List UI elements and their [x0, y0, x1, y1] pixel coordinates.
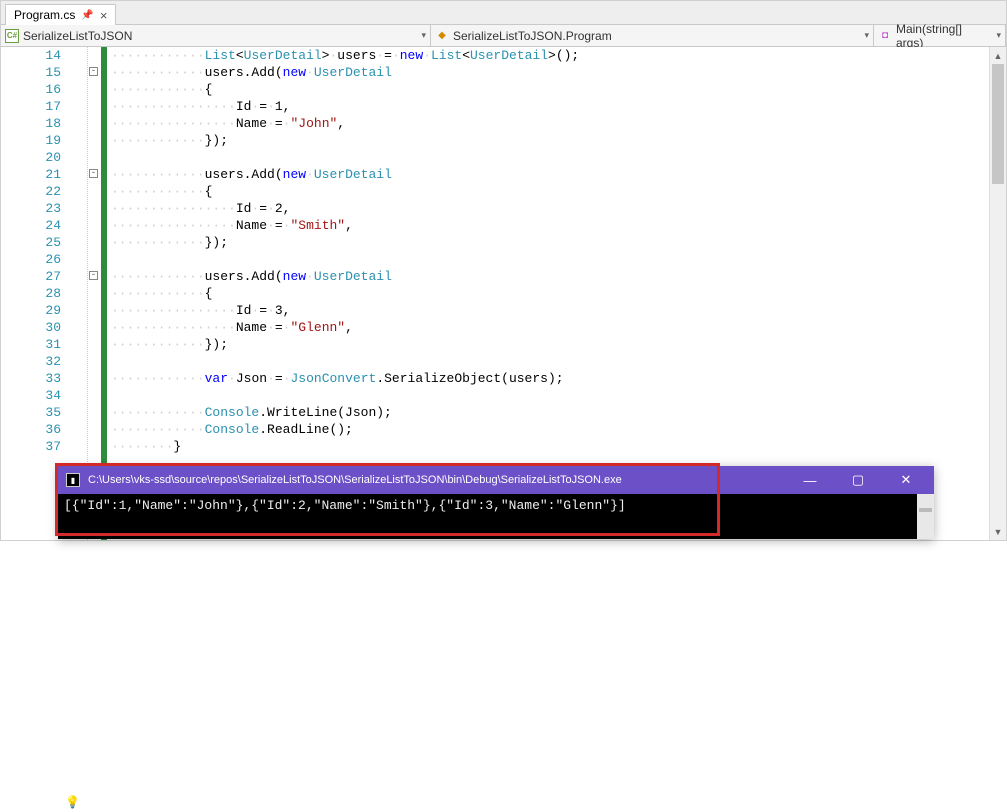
tab-program-cs[interactable]: Program.cs 📌 ×: [5, 4, 116, 25]
scrollbar-thumb[interactable]: [992, 64, 1004, 184]
code-line[interactable]: ················Name·=·"John",: [111, 115, 1006, 132]
code-line[interactable]: ············Console.WriteLine(Json);: [111, 404, 1006, 421]
console-scrollbar[interactable]: [917, 494, 934, 539]
scroll-down-icon[interactable]: ▼: [990, 523, 1006, 540]
line-number: 35: [1, 404, 83, 421]
line-number: 15: [1, 64, 83, 81]
code-line[interactable]: [111, 387, 1006, 404]
scroll-up-icon[interactable]: ▲: [990, 47, 1006, 64]
nav-method-label: Main(string[] args): [896, 22, 993, 50]
code-line[interactable]: ············List<UserDetail>·users·=·new…: [111, 47, 1006, 64]
chevron-down-icon: ▾: [421, 30, 426, 41]
tab-title: Program.cs: [14, 8, 75, 22]
csharp-icon: C#: [5, 29, 19, 43]
code-line[interactable]: ············});: [111, 132, 1006, 149]
tab-bar: Program.cs 📌 ×: [1, 1, 1006, 25]
fold-toggle[interactable]: -: [89, 271, 98, 280]
chevron-down-icon: ▾: [996, 30, 1001, 41]
close-icon[interactable]: ×: [100, 9, 108, 22]
code-line[interactable]: ············users.Add(new·UserDetail: [111, 166, 1006, 183]
code-line[interactable]: ················Id·=·1,: [111, 98, 1006, 115]
line-number: 36💡: [1, 421, 83, 438]
code-line[interactable]: ················Name·=·"Smith",: [111, 217, 1006, 234]
console-scroll-thumb[interactable]: [919, 508, 932, 512]
line-number: 24: [1, 217, 83, 234]
nav-class-dropdown[interactable]: ◆ SerializeListToJSON.Program ▾: [431, 25, 874, 46]
fold-toggle[interactable]: -: [89, 67, 98, 76]
line-number: 16: [1, 81, 83, 98]
line-number: 19: [1, 132, 83, 149]
code-line[interactable]: ············});: [111, 234, 1006, 251]
line-number: 20: [1, 149, 83, 166]
chevron-down-icon: ▾: [864, 30, 869, 41]
code-line[interactable]: ············users.Add(new·UserDetail: [111, 64, 1006, 81]
line-number: 33: [1, 370, 83, 387]
line-number: 21: [1, 166, 83, 183]
code-line[interactable]: ················Id·=·3,: [111, 302, 1006, 319]
nav-class-label: SerializeListToJSON.Program: [453, 29, 612, 43]
code-line[interactable]: ············users.Add(new·UserDetail: [111, 268, 1006, 285]
line-number: 23: [1, 200, 83, 217]
code-line[interactable]: ············{: [111, 81, 1006, 98]
nav-method-dropdown[interactable]: ◘ Main(string[] args) ▾: [874, 25, 1006, 46]
line-number: 37: [1, 438, 83, 455]
line-number: 29: [1, 302, 83, 319]
code-line[interactable]: ················Name·=·"Glenn",: [111, 319, 1006, 336]
line-number: 17: [1, 98, 83, 115]
line-number: 22: [1, 183, 83, 200]
line-number: 25: [1, 234, 83, 251]
vertical-scrollbar[interactable]: ▲ ▼: [989, 47, 1006, 540]
highlight-box: [55, 463, 720, 536]
line-number: 26: [1, 251, 83, 268]
code-line[interactable]: ················Id·=·2,: [111, 200, 1006, 217]
line-number: 14: [1, 47, 83, 64]
class-icon: ◆: [435, 29, 449, 43]
nav-namespace-dropdown[interactable]: C# SerializeListToJSON ▾: [1, 25, 431, 46]
line-number: 27: [1, 268, 83, 285]
line-number: 28: [1, 285, 83, 302]
code-line[interactable]: [111, 251, 1006, 268]
code-line[interactable]: ············var·Json·=·JsonConvert.Seria…: [111, 370, 1006, 387]
line-number: 32: [1, 353, 83, 370]
code-line[interactable]: ············{: [111, 183, 1006, 200]
line-number: 34: [1, 387, 83, 404]
line-number: 18: [1, 115, 83, 132]
nav-bar: C# SerializeListToJSON ▾ ◆ SerializeList…: [1, 25, 1006, 47]
line-number: 30: [1, 319, 83, 336]
nav-namespace-label: SerializeListToJSON: [23, 29, 132, 43]
code-line[interactable]: [111, 149, 1006, 166]
code-line[interactable]: ············});: [111, 336, 1006, 353]
code-line[interactable]: ············Console.ReadLine();: [111, 421, 1006, 438]
code-line[interactable]: [111, 353, 1006, 370]
fold-toggle[interactable]: -: [89, 169, 98, 178]
minimize-button[interactable]: —: [790, 473, 830, 488]
maximize-button[interactable]: ▢: [838, 472, 878, 488]
code-line[interactable]: ············{: [111, 285, 1006, 302]
lightbulb-icon[interactable]: 💡: [65, 795, 80, 812]
line-number: 31: [1, 336, 83, 353]
code-line[interactable]: ········}: [111, 438, 1006, 455]
pin-icon[interactable]: 📌: [81, 10, 93, 21]
method-icon: ◘: [878, 29, 892, 43]
close-button[interactable]: ✕: [886, 472, 926, 488]
